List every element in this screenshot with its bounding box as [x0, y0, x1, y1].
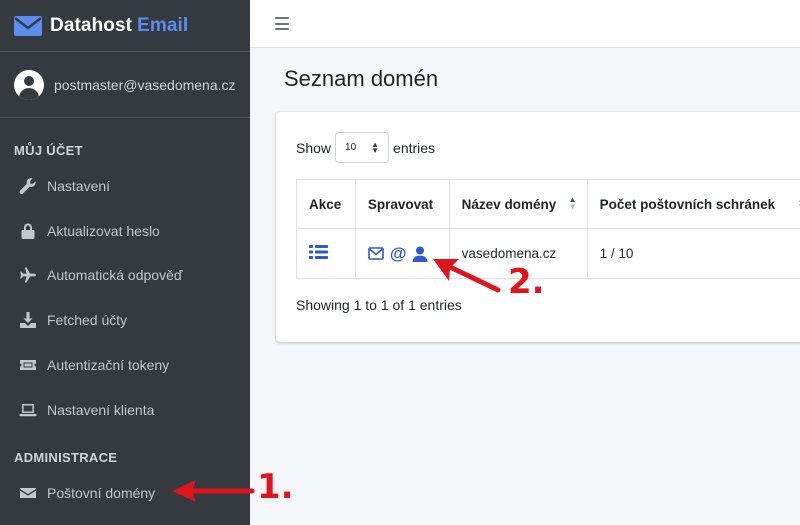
annotation-label-1: 1.	[257, 467, 294, 507]
sidebar-item-settings[interactable]: Nastavení	[0, 166, 250, 206]
length-suffix: entries	[393, 139, 436, 156]
table-header-row: Akce Spravovat Název domény ▲ ▼ Počet poš…	[296, 179, 800, 229]
laptop-icon	[19, 404, 37, 417]
envelope-outline-icon[interactable]	[368, 247, 384, 260]
domains-card: Show 10 ▲ ▼ entries Akce Spravovat Název …	[276, 112, 800, 342]
brand-name: Datahost Email	[50, 14, 189, 36]
envelope-icon	[20, 488, 36, 498]
sidebar-item-label: Poštovní domény	[47, 485, 156, 501]
entries-select[interactable]: 10 ▲ ▼	[335, 132, 390, 163]
sidebar-item-label: Autentizační tokeny	[47, 357, 170, 373]
brand[interactable]: Datahost Email	[0, 0, 250, 52]
column-header-actions: Akce	[296, 179, 356, 229]
sort-icon: ▲▼	[568, 195, 577, 211]
sidebar-item-mail-domains[interactable]: Poštovní domény	[0, 473, 250, 513]
column-header-domain[interactable]: Název domény ▲ ▼	[448, 179, 588, 229]
sidebar-item-client[interactable]: Nastavení klienta	[0, 390, 250, 430]
user-circle-icon	[14, 69, 44, 100]
user-icon[interactable]	[412, 246, 428, 262]
brand-accent: Email	[137, 14, 189, 36]
user-email: postmaster@vasedomena.cz	[54, 76, 236, 93]
sidebar-item-tokens[interactable]: Autentizační tokeny	[0, 345, 250, 385]
sidebar-item-autoreply[interactable]: Automatická odpověď	[0, 255, 250, 295]
table-row: @ vasedomena.cz 1 / 10	[296, 228, 800, 279]
sidebar-item-label: Aktualizovat heslo	[47, 223, 160, 239]
column-header-mailboxes[interactable]: Počet poštovních schránek ▲▼	[586, 179, 800, 229]
lock-icon	[21, 223, 35, 239]
sidebar-item-fetched[interactable]: Fetched účty	[0, 300, 250, 340]
sort-arrows-icon: ▲ ▼	[371, 139, 380, 155]
topbar	[250, 0, 800, 48]
actions-cell	[296, 228, 356, 279]
sidebar-item-label: Fetched účty	[47, 312, 128, 328]
envelope-icon	[14, 15, 42, 36]
hamburger-icon[interactable]	[275, 17, 289, 30]
sidebar: Datahost Email postmaster@vasedomena.cz M…	[0, 0, 250, 525]
at-icon[interactable]: @	[390, 245, 407, 262]
user-panel[interactable]: postmaster@vasedomena.cz	[0, 52, 250, 118]
list-icon[interactable]	[309, 244, 329, 260]
sidebar-item-label: Automatická odpověď	[47, 267, 183, 283]
wrench-icon	[19, 178, 36, 194]
sidebar-item-label: Nastavení	[47, 178, 111, 194]
entries-length: Show 10 ▲ ▼ entries	[296, 132, 435, 163]
page-title: Seznam domén	[284, 66, 439, 91]
table-info: Showing 1 to 1 of 1 entries	[296, 297, 462, 313]
length-prefix: Show	[296, 139, 332, 156]
download-icon	[20, 312, 36, 328]
column-header-mailboxes-label: Počet poštovních schránek	[599, 196, 776, 212]
domains-table: Akce Spravovat Název domény ▲ ▼ Počet poš…	[296, 179, 800, 279]
column-header-domain-label: Název domény	[461, 196, 557, 212]
manage-cell: @	[354, 228, 450, 279]
annotation-label-2: 2.	[508, 262, 545, 302]
mailboxes-cell: 1 / 10	[586, 228, 800, 279]
nav-header-admin: ADMINISTRACE	[14, 450, 118, 465]
ticket-icon	[20, 360, 36, 370]
entries-select-value: 10	[345, 142, 357, 153]
sidebar-item-label: Nastavení klienta	[47, 402, 155, 418]
sidebar-item-password[interactable]: Aktualizovat heslo	[0, 211, 250, 251]
column-header-manage: Spravovat	[354, 179, 450, 229]
nav-header-account: MŮJ ÚČET	[14, 143, 83, 158]
plane-icon	[20, 267, 36, 283]
